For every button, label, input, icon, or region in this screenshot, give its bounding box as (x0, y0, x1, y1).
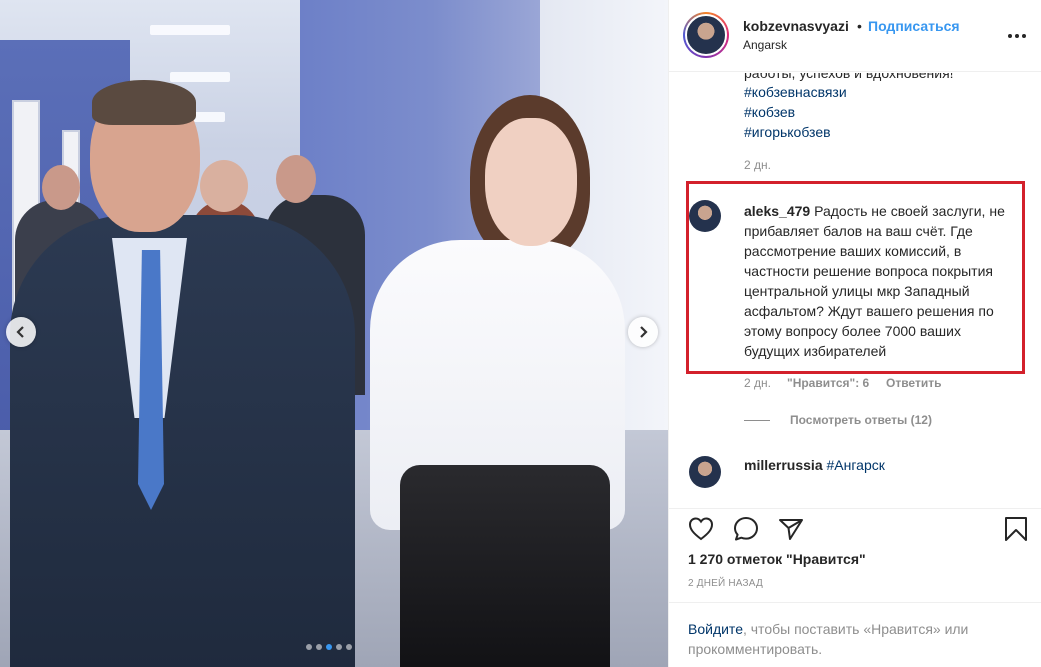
header-separator: • (857, 18, 862, 34)
post-header: kobzevnasvyazi • Подписаться Angarsk (669, 0, 1041, 72)
share-icon (779, 519, 803, 540)
comment-button[interactable] (732, 515, 760, 543)
second-commenter-avatar[interactable] (689, 456, 721, 488)
like-button[interactable] (687, 515, 715, 543)
comments-list[interactable]: работы, успехов и вдохновения! #кобзевна… (669, 73, 1041, 508)
heart-icon (688, 517, 714, 541)
replies-divider (744, 419, 770, 421)
carousel-dot (346, 644, 352, 650)
save-button[interactable] (1002, 515, 1030, 543)
reply-button[interactable]: Ответить (886, 376, 941, 390)
carousel-next-button[interactable] (628, 317, 658, 347)
post-photo[interactable] (0, 0, 668, 667)
author-avatar-ring[interactable] (683, 12, 729, 58)
share-button[interactable] (777, 515, 805, 543)
commenter-avatar[interactable] (689, 200, 721, 232)
commenter-username[interactable]: aleks_479 (744, 203, 810, 219)
comment-body: Радость не своей заслуги, не прибавляет … (744, 203, 1005, 359)
view-replies-label: Посмотреть ответы (12) (790, 413, 932, 427)
carousel-prev-button[interactable] (6, 317, 36, 347)
carousel-dot (336, 644, 342, 650)
chevron-left-icon (16, 326, 24, 338)
post-panel: kobzevnasvyazi • Подписаться Angarsk раб… (668, 0, 1041, 667)
author-username[interactable]: kobzevnasvyazi (743, 18, 849, 34)
post-location[interactable]: Angarsk (743, 38, 787, 52)
carousel-dot (316, 644, 322, 650)
post-date[interactable]: 2 дней назад (688, 578, 763, 589)
second-comment-text: millerrussia #Ангарск (744, 455, 1014, 475)
photo-man-suit (10, 215, 355, 667)
login-link[interactable]: Войдите (688, 621, 743, 637)
second-comment-hashtag[interactable]: #Ангарск (827, 457, 885, 473)
photo-woman-skirt (400, 465, 610, 667)
photo-background-head (200, 160, 248, 212)
comment-text: aleks_479 Радость не своей заслуги, не п… (744, 201, 1014, 361)
caption-time[interactable]: 2 дн. (744, 158, 771, 172)
login-prompt: Войдите, чтобы поставить «Нравится» или … (669, 602, 1041, 667)
carousel-indicator (306, 644, 352, 650)
likes-count[interactable]: 1 270 отметок "Нравится" (688, 551, 866, 567)
photo-background-head (276, 155, 316, 203)
photo-light (150, 25, 230, 35)
second-commenter-username[interactable]: millerrussia (744, 457, 823, 473)
login-prompt-text: Войдите, чтобы поставить «Нравится» или … (688, 619, 1018, 659)
comment-icon (734, 517, 758, 541)
carousel-dot (326, 644, 332, 650)
photo-man-hair (92, 80, 196, 125)
comment-likes[interactable]: "Нравится": 6 (787, 376, 869, 390)
comment-time[interactable]: 2 дн. (744, 376, 771, 390)
more-options-button[interactable] (1007, 22, 1027, 45)
follow-button[interactable]: Подписаться (868, 18, 960, 34)
carousel-dot (306, 644, 312, 650)
photo-background-head (42, 165, 80, 210)
photo-light (170, 72, 230, 82)
author-avatar[interactable] (685, 14, 727, 56)
caption-hashtag[interactable]: #кобзев (744, 102, 795, 122)
post-actions (669, 508, 1041, 548)
photo-woman-head (485, 118, 577, 246)
caption-hashtag[interactable]: #кобзевнасвязи (744, 82, 847, 102)
more-horizontal-icon (1008, 34, 1026, 38)
caption-hashtag[interactable]: #игорькобзев (744, 122, 831, 142)
photo-man-tie (138, 250, 164, 510)
bookmark-icon (1005, 517, 1027, 541)
view-replies-button[interactable]: Посмотреть ответы (12) (744, 413, 932, 427)
chevron-right-icon (640, 326, 648, 338)
